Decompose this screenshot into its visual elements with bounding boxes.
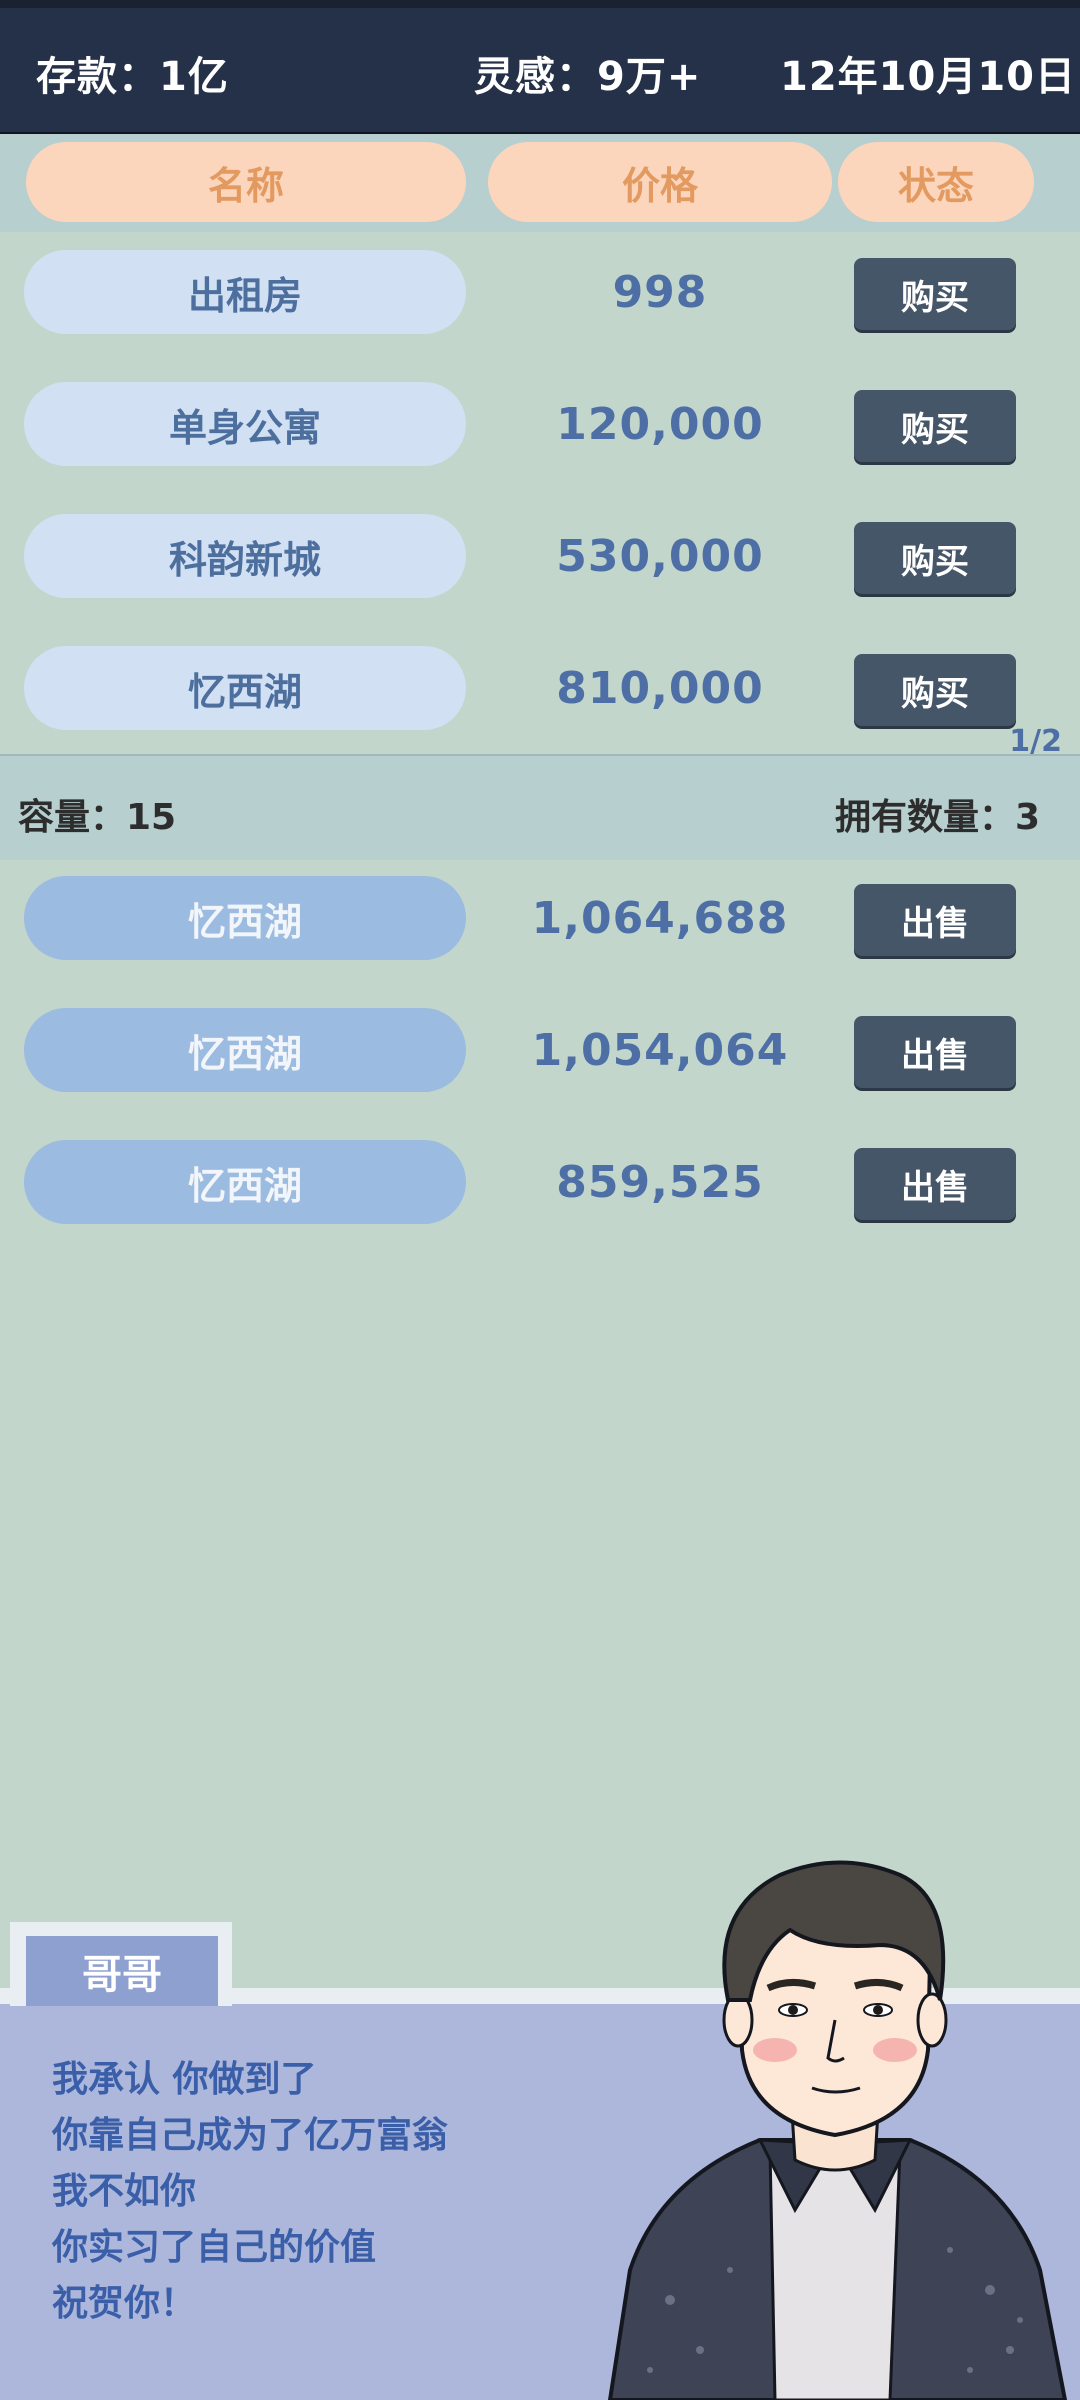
owned-row: 忆西湖 1,064,688 出售 [0, 858, 1080, 990]
shop-row: 忆西湖 810,000 购买 [0, 628, 1080, 760]
property-price: 998 [612, 266, 708, 318]
dialog-line: 祝贺你！ [52, 2283, 197, 2324]
owned-count-label: 拥有数量：3 [834, 797, 1040, 838]
shop-row: 单身公寓 120,000 购买 [0, 364, 1080, 496]
property-name: 忆西湖 [24, 876, 466, 960]
shop-row: 科韵新城 530,000 购买 [0, 496, 1080, 628]
deposit-display: 存款：1亿 [36, 54, 229, 100]
column-name-header: 名称 [26, 142, 466, 222]
brother-portrait [607, 1860, 1068, 2400]
property-price: 810,000 [556, 662, 764, 714]
property-name: 出租房 [24, 250, 466, 334]
buy-button[interactable]: 购买 [854, 258, 1016, 330]
property-price: 1,054,064 [531, 1024, 789, 1076]
property-name: 忆西湖 [24, 1140, 466, 1224]
owned-row: 忆西湖 1,054,064 出售 [0, 990, 1080, 1122]
property-name: 科韵新城 [24, 514, 466, 598]
speaker-name: 哥哥 [26, 1936, 218, 2006]
sell-button[interactable]: 出售 [854, 1016, 1016, 1088]
dialog-line: 我不如你 [52, 2171, 197, 2212]
inventory-bar: 容量：15 拥有数量：3 [0, 754, 1080, 860]
property-name: 忆西湖 [24, 646, 466, 730]
column-header: 名称 价格 状态 [0, 134, 1080, 232]
dialog-line: 你实习了自己的价值 [52, 2227, 377, 2268]
status-bar [0, 0, 1080, 8]
shop-row: 出租房 998 购买 [0, 232, 1080, 364]
property-name: 单身公寓 [24, 382, 466, 466]
dialog-text: 我承认 你做到了 你靠自己成为了亿万富翁 我不如你 你实习了自己的价值 祝贺你！ [52, 2052, 448, 2332]
dialog-line: 你靠自己成为了亿万富翁 [52, 2115, 449, 2156]
property-price: 859,525 [556, 1156, 764, 1208]
buy-button[interactable]: 购买 [854, 390, 1016, 462]
inspiration-display: 灵感：9万+ [474, 54, 702, 100]
capacity-label: 容量：15 [18, 797, 177, 838]
property-price: 530,000 [556, 530, 764, 582]
property-price: 1,064,688 [531, 892, 789, 944]
column-price-header: 价格 [488, 142, 832, 222]
sell-button[interactable]: 出售 [854, 1148, 1016, 1220]
buy-button[interactable]: 购买 [854, 522, 1016, 594]
top-header: 存款：1亿 灵感：9万+ 12年10月10日 [0, 8, 1080, 136]
shop-list: 出租房 998 购买 单身公寓 120,000 购买 科韵新城 530,000 … [0, 232, 1080, 752]
property-price: 120,000 [556, 398, 764, 450]
owned-row: 忆西湖 859,525 出售 [0, 1122, 1080, 1254]
column-status-header: 状态 [838, 142, 1034, 222]
date-display: 12年10月10日 [780, 54, 1076, 100]
property-name: 忆西湖 [24, 1008, 466, 1092]
buy-button[interactable]: 购买 [854, 654, 1016, 726]
sell-button[interactable]: 出售 [854, 884, 1016, 956]
dialog-line: 我承认 你做到了 [52, 2059, 317, 2100]
